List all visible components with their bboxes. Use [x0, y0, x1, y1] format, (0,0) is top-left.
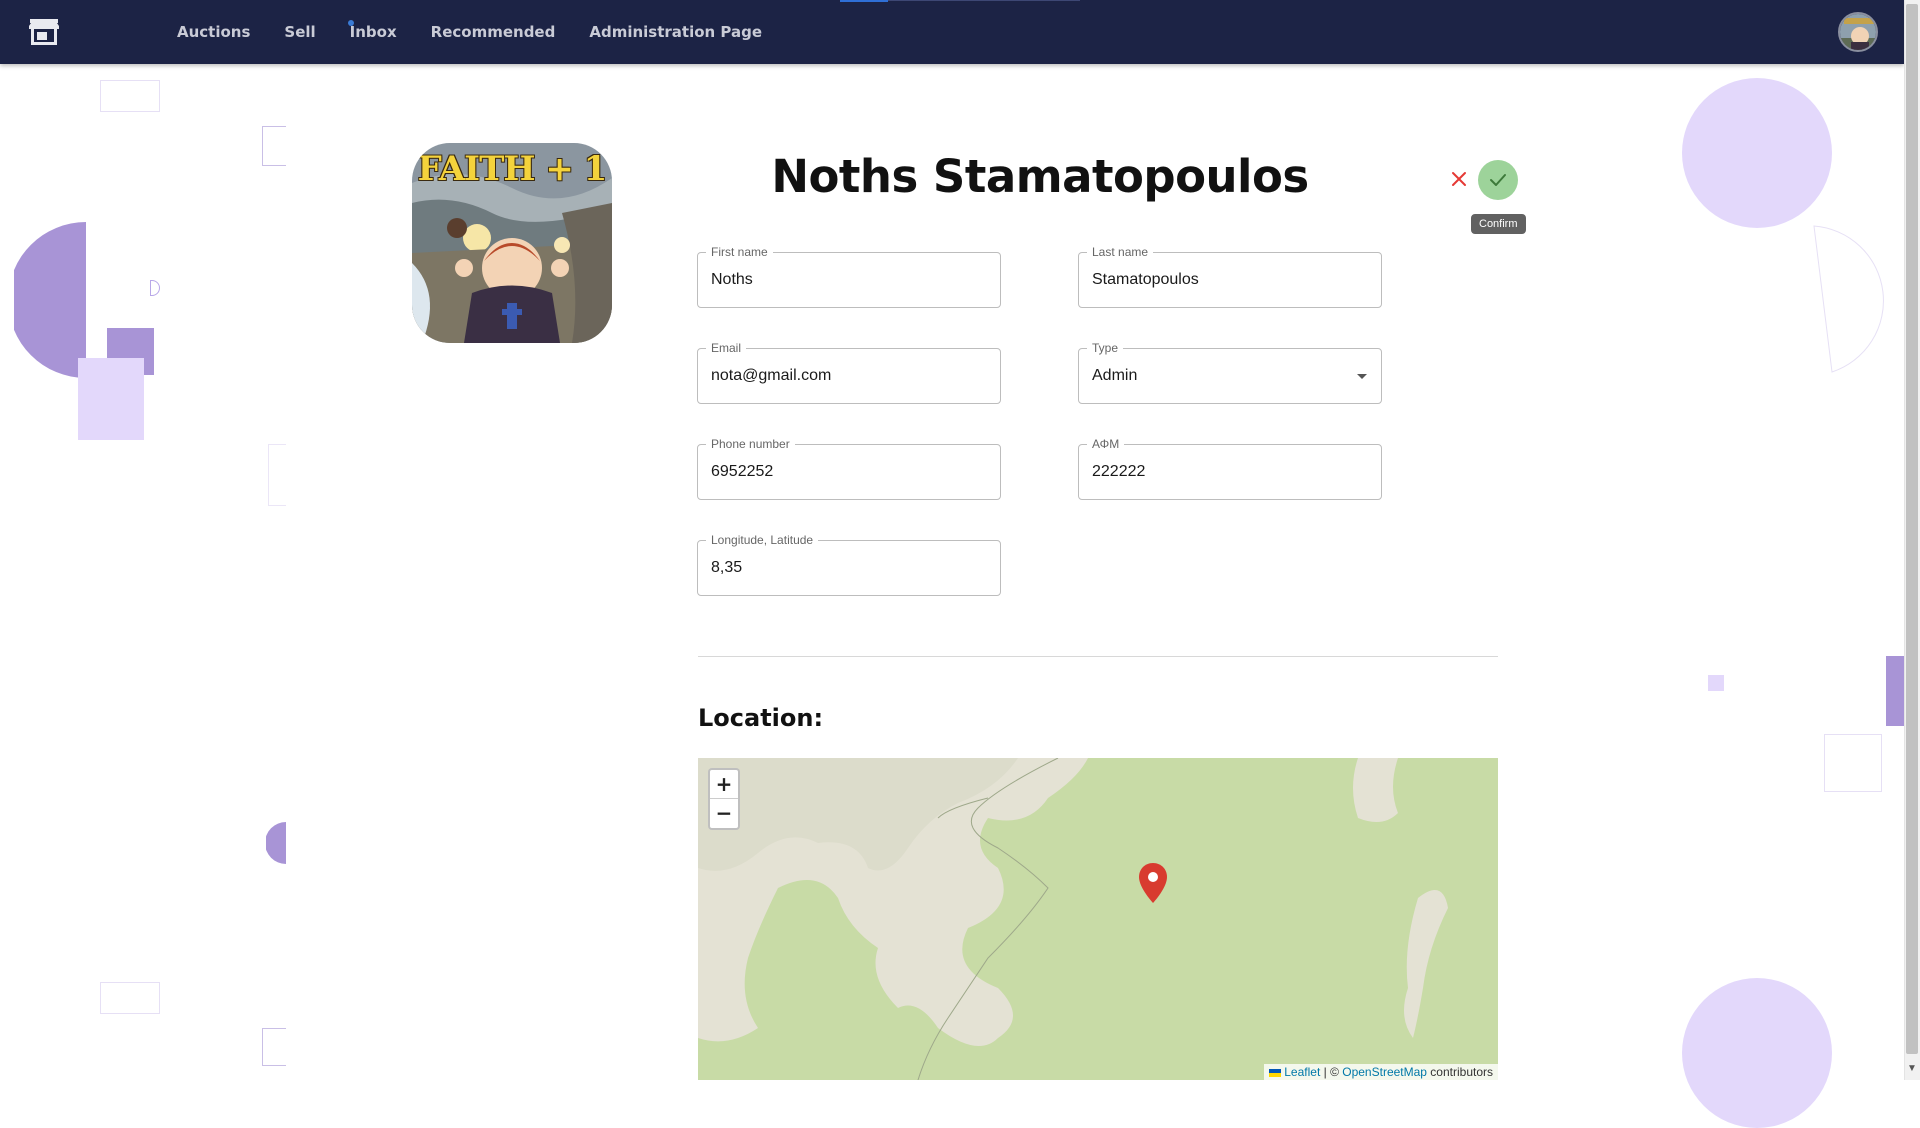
- decor-small-d: [150, 280, 160, 296]
- decor-bracket-3: [262, 1028, 286, 1066]
- confirm-tooltip: Confirm: [1471, 214, 1526, 234]
- last-name-field[interactable]: Last name: [1078, 245, 1382, 308]
- zoom-in-button[interactable]: +: [710, 770, 738, 799]
- check-icon: [1490, 174, 1506, 186]
- decor-bracket-2: [268, 444, 286, 506]
- decor-half-circle-outline: [1813, 225, 1884, 373]
- nav-inbox-link[interactable]: Inbox: [347, 20, 397, 41]
- page-title: Noths Stamatopoulos: [771, 150, 1309, 203]
- nav-recommended-link[interactable]: Recommended: [431, 23, 556, 41]
- decor-circle-top-right: [1682, 78, 1832, 228]
- close-icon[interactable]: [1448, 168, 1470, 190]
- location-heading: Location:: [698, 704, 824, 732]
- map-tiles: [698, 758, 1498, 1080]
- chevron-down-icon[interactable]: [1357, 374, 1367, 379]
- decor-rect-outline-2: [100, 982, 160, 1014]
- email-field[interactable]: Email: [697, 341, 1001, 404]
- type-select[interactable]: Type Admin: [1078, 341, 1382, 404]
- decor-bracket: [262, 126, 286, 166]
- first-name-field[interactable]: First name: [697, 245, 1001, 308]
- top-navbar: Auctions Sell Inbox Recommended Administ…: [0, 0, 1904, 64]
- attribution-separator: | ©: [1320, 1065, 1343, 1079]
- afm-field[interactable]: ΑΦΜ: [1078, 437, 1382, 500]
- decor-purple-bar: [1886, 656, 1904, 726]
- section-divider: [698, 656, 1498, 657]
- nav-inbox-label: Inbox: [349, 23, 397, 41]
- nav-sell-link[interactable]: Sell: [284, 23, 315, 41]
- attribution-contributors: contributors: [1426, 1065, 1493, 1079]
- email-input[interactable]: [711, 349, 981, 403]
- decor-circle-bottom-right: [1682, 978, 1832, 1128]
- leaflet-link[interactable]: Leaflet: [1284, 1065, 1320, 1079]
- inbox-notification-dot: [347, 20, 354, 26]
- phone-input[interactable]: [711, 445, 981, 499]
- phone-field[interactable]: Phone number: [697, 437, 1001, 500]
- zoom-out-button[interactable]: −: [710, 799, 738, 828]
- map-pin-icon[interactable]: [1138, 862, 1168, 904]
- nav-progress-accent: [840, 0, 888, 2]
- decor-small-half-circle: [266, 822, 286, 864]
- location-map[interactable]: + − Leaflet | © OpenStreetMap contributo…: [698, 758, 1498, 1080]
- decor-half-circle: [14, 222, 86, 378]
- user-avatar[interactable]: [1838, 12, 1878, 52]
- confirm-button[interactable]: [1478, 160, 1518, 200]
- profile-picture[interactable]: FAITH + 1: [412, 143, 612, 343]
- coordinates-field[interactable]: Longitude, Latitude: [697, 533, 1001, 596]
- ukraine-flag-icon: [1268, 1068, 1281, 1077]
- profile-picture-caption: FAITH + 1: [417, 149, 608, 189]
- decor-square-purple: [107, 328, 154, 375]
- store-icon[interactable]: [28, 17, 60, 47]
- type-selected-value: Admin: [1092, 367, 1138, 384]
- map-zoom-control: + −: [708, 768, 740, 830]
- coordinates-input[interactable]: [711, 541, 981, 595]
- nav-progress-track: [888, 0, 1080, 1]
- decor-square-outline: [1824, 734, 1882, 792]
- openstreetmap-link[interactable]: OpenStreetMap: [1342, 1065, 1427, 1079]
- nav-auctions-link[interactable]: Auctions: [177, 23, 250, 41]
- last-name-input[interactable]: [1092, 253, 1362, 307]
- map-attribution: Leaflet | © OpenStreetMap contributors: [1263, 1064, 1498, 1080]
- scrollbar-thumb[interactable]: [1906, 4, 1918, 1054]
- decor-rect-outline: [100, 80, 160, 112]
- nav-links: Auctions Sell Inbox Recommended Administ…: [160, 0, 779, 64]
- decor-square-lilac: [78, 358, 144, 440]
- scroll-down-arrow-icon[interactable]: ▼: [1906, 1062, 1918, 1076]
- first-name-input[interactable]: [711, 253, 981, 307]
- afm-input[interactable]: [1092, 445, 1362, 499]
- nav-admin-link[interactable]: Administration Page: [589, 23, 762, 41]
- decor-small-square: [1708, 675, 1724, 691]
